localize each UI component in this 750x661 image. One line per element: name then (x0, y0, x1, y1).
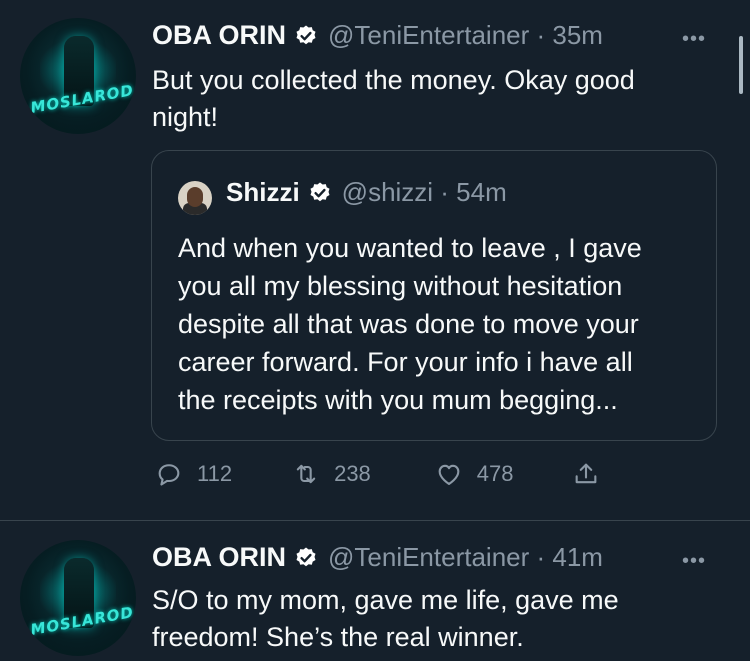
tweet-header: OBA ORIN @TeniEntertainer · 35m (152, 20, 603, 51)
quote-text-line: And when you wanted to leave , I gave (178, 233, 642, 263)
like-button[interactable]: 478 (435, 460, 514, 488)
reply-button[interactable]: 112 (155, 460, 232, 488)
tweet-text: S/O to my mom, gave me life, gave me fre… (152, 582, 619, 656)
tweet-text-line: S/O to my mom, gave me life, gave me (152, 585, 619, 615)
retweet-button[interactable]: 238 (292, 460, 371, 488)
quote-display-name: Shizzi (226, 177, 300, 207)
display-name[interactable]: OBA ORIN (152, 542, 286, 573)
quote-text-line: the receipts with you mum begging... (178, 385, 618, 415)
quote-text-line: you all my blessing without hesitation (178, 271, 623, 301)
reply-count: 112 (197, 461, 233, 486)
verified-icon (296, 547, 316, 566)
tweet-text-line: night! (152, 102, 219, 132)
share-button[interactable] (572, 460, 614, 488)
scrollbar[interactable] (739, 36, 743, 94)
handle-and-time[interactable]: @TeniEntertainer · 41m (328, 542, 603, 573)
display-name[interactable]: OBA ORIN (152, 20, 286, 51)
tweet-divider (0, 520, 750, 521)
quote-text-line: career forward. For your info i have all (178, 347, 633, 377)
quote-text: And when you wanted to leave , I gave yo… (178, 229, 698, 419)
verified-icon (296, 25, 316, 44)
avatar[interactable]: MOSLAROD (20, 18, 136, 134)
retweet-icon (296, 464, 316, 484)
quote-avatar (178, 181, 212, 215)
tweet-header: OBA ORIN @TeniEntertainer · 41m (152, 542, 603, 573)
quoted-tweet[interactable]: Shizzi @shizzi · 54m And when you wanted… (151, 150, 717, 441)
quote-header: Shizzi @shizzi · 54m (226, 177, 507, 208)
more-options-icon[interactable]: ••• (682, 28, 706, 51)
like-count: 478 (476, 461, 514, 486)
quote-text-line: despite all that was done to move your (178, 309, 639, 339)
share-icon (575, 463, 596, 484)
avatar-face (187, 187, 203, 207)
tweet-actions: 112 238 478 (155, 460, 614, 488)
tweet-text-line: But you collected the money. Okay good (152, 65, 635, 95)
retweet-count: 238 (334, 461, 371, 486)
tweet-text-line: freedom! She’s the real winner. (152, 622, 524, 652)
avatar[interactable]: MOSLAROD (20, 540, 136, 656)
tweet-text: But you collected the money. Okay good n… (152, 62, 635, 136)
reply-icon (158, 464, 180, 486)
more-options-icon[interactable]: ••• (682, 550, 706, 573)
heart-icon (438, 464, 460, 485)
verified-icon (310, 182, 330, 201)
handle-and-time[interactable]: @TeniEntertainer · 35m (328, 20, 603, 51)
quote-handle-and-time: @shizzi · 54m (341, 177, 507, 207)
